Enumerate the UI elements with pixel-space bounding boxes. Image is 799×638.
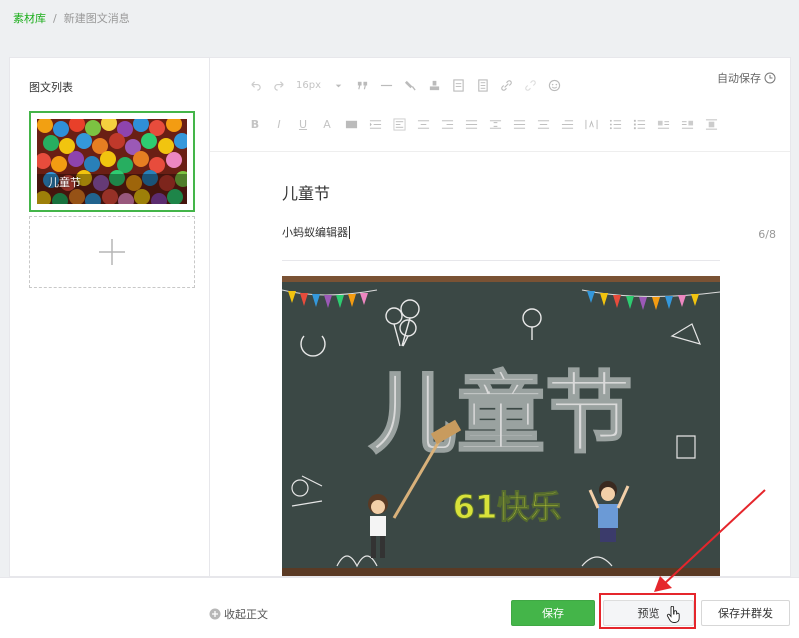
letter-spacing-icon[interactable] — [584, 117, 598, 131]
clear-format-icon[interactable] — [427, 78, 441, 92]
article-list-title: 图文列表 — [29, 81, 73, 94]
collapse-body-button[interactable]: 收起正文 — [209, 606, 268, 622]
unordered-list-icon[interactable] — [608, 117, 622, 131]
cover-image[interactable]: 儿童节 61快乐 — [282, 276, 720, 576]
float-none-icon[interactable] — [704, 117, 718, 131]
ordered-list-icon[interactable] — [632, 117, 646, 131]
childrens-day-chalkboard-image: 儿童节 61快乐 — [282, 276, 720, 576]
article-list-panel: 图文列表 儿童节 — [9, 57, 209, 577]
align-center-icon[interactable] — [416, 117, 430, 131]
first-line-indent-icon[interactable] — [560, 117, 574, 131]
float-left-icon[interactable] — [656, 117, 670, 131]
breadcrumb-separator: / — [53, 11, 57, 25]
document-icon[interactable] — [475, 78, 489, 92]
add-article-button[interactable] — [29, 216, 195, 288]
paragraph-spacing-bottom-icon[interactable] — [536, 117, 550, 131]
format-painter-icon[interactable] — [403, 78, 417, 92]
cover-subheadline: 61快乐 — [453, 488, 562, 526]
bold-icon[interactable]: B — [248, 117, 262, 131]
link-icon[interactable] — [499, 78, 513, 92]
background-color-icon[interactable] — [344, 117, 358, 131]
author-field[interactable]: 小蚂蚁编辑器 6/8 — [282, 224, 776, 261]
align-right-icon[interactable] — [440, 117, 454, 131]
breadcrumb: 素材库 / 新建图文消息 — [13, 10, 130, 26]
font-size-select[interactable]: 16px — [296, 80, 321, 91]
toolbar-row-1: 16px — [248, 78, 561, 92]
annotation-highlight-box — [599, 593, 696, 629]
author-input[interactable]: 小蚂蚁编辑器 — [282, 226, 350, 239]
align-left-icon[interactable] — [392, 117, 406, 131]
line-height-icon[interactable] — [488, 117, 502, 131]
insert-template-icon[interactable] — [451, 78, 465, 92]
breadcrumb-root-link[interactable]: 素材库 — [13, 10, 46, 26]
autosave-label: 自动保存 — [717, 72, 761, 85]
horizontal-rule-icon[interactable] — [379, 78, 393, 92]
balls-thumbnail-image — [37, 119, 187, 204]
undo-icon[interactable] — [248, 78, 262, 92]
breadcrumb-current: 新建图文消息 — [63, 12, 130, 25]
text-color-icon[interactable]: A — [320, 117, 334, 131]
blockquote-icon[interactable] — [355, 78, 369, 92]
redo-icon[interactable] — [272, 78, 286, 92]
article-thumbnail: 儿童节 — [37, 119, 187, 204]
paragraph-spacing-top-icon[interactable] — [512, 117, 526, 131]
float-right-icon[interactable] — [680, 117, 694, 131]
autosave-toggle[interactable]: 自动保存 — [717, 70, 776, 86]
unlink-icon[interactable] — [523, 78, 537, 92]
cover-headline: 儿童节 — [369, 362, 633, 465]
article-card-title: 儿童节 — [48, 176, 81, 189]
collapse-icon — [209, 608, 221, 620]
underline-icon[interactable]: U — [296, 117, 310, 131]
article-title-input[interactable]: 儿童节 — [282, 180, 330, 204]
article-card-selected[interactable]: 儿童节 — [29, 111, 195, 212]
save-button[interactable]: 保存 — [511, 600, 595, 626]
italic-icon[interactable]: I — [272, 117, 286, 131]
collapse-body-label: 收起正文 — [224, 608, 268, 621]
align-justify-icon[interactable] — [464, 117, 478, 131]
author-char-count: 6/8 — [758, 228, 776, 241]
save-and-send-button[interactable]: 保存并群发 — [701, 600, 790, 626]
emoji-icon[interactable] — [547, 78, 561, 92]
editor-toolbar: 16px B I U A 自动保存 — [210, 58, 790, 152]
plus-icon — [99, 239, 125, 265]
indent-icon[interactable] — [368, 117, 382, 131]
editor-panel: 16px B I U A 自动保存 儿童节 小蚂蚁编辑器 6/8 儿童节 61快… — [209, 57, 791, 577]
chevron-down-icon — [331, 78, 345, 92]
toolbar-row-2: B I U A — [248, 117, 718, 131]
clock-icon — [764, 72, 776, 84]
